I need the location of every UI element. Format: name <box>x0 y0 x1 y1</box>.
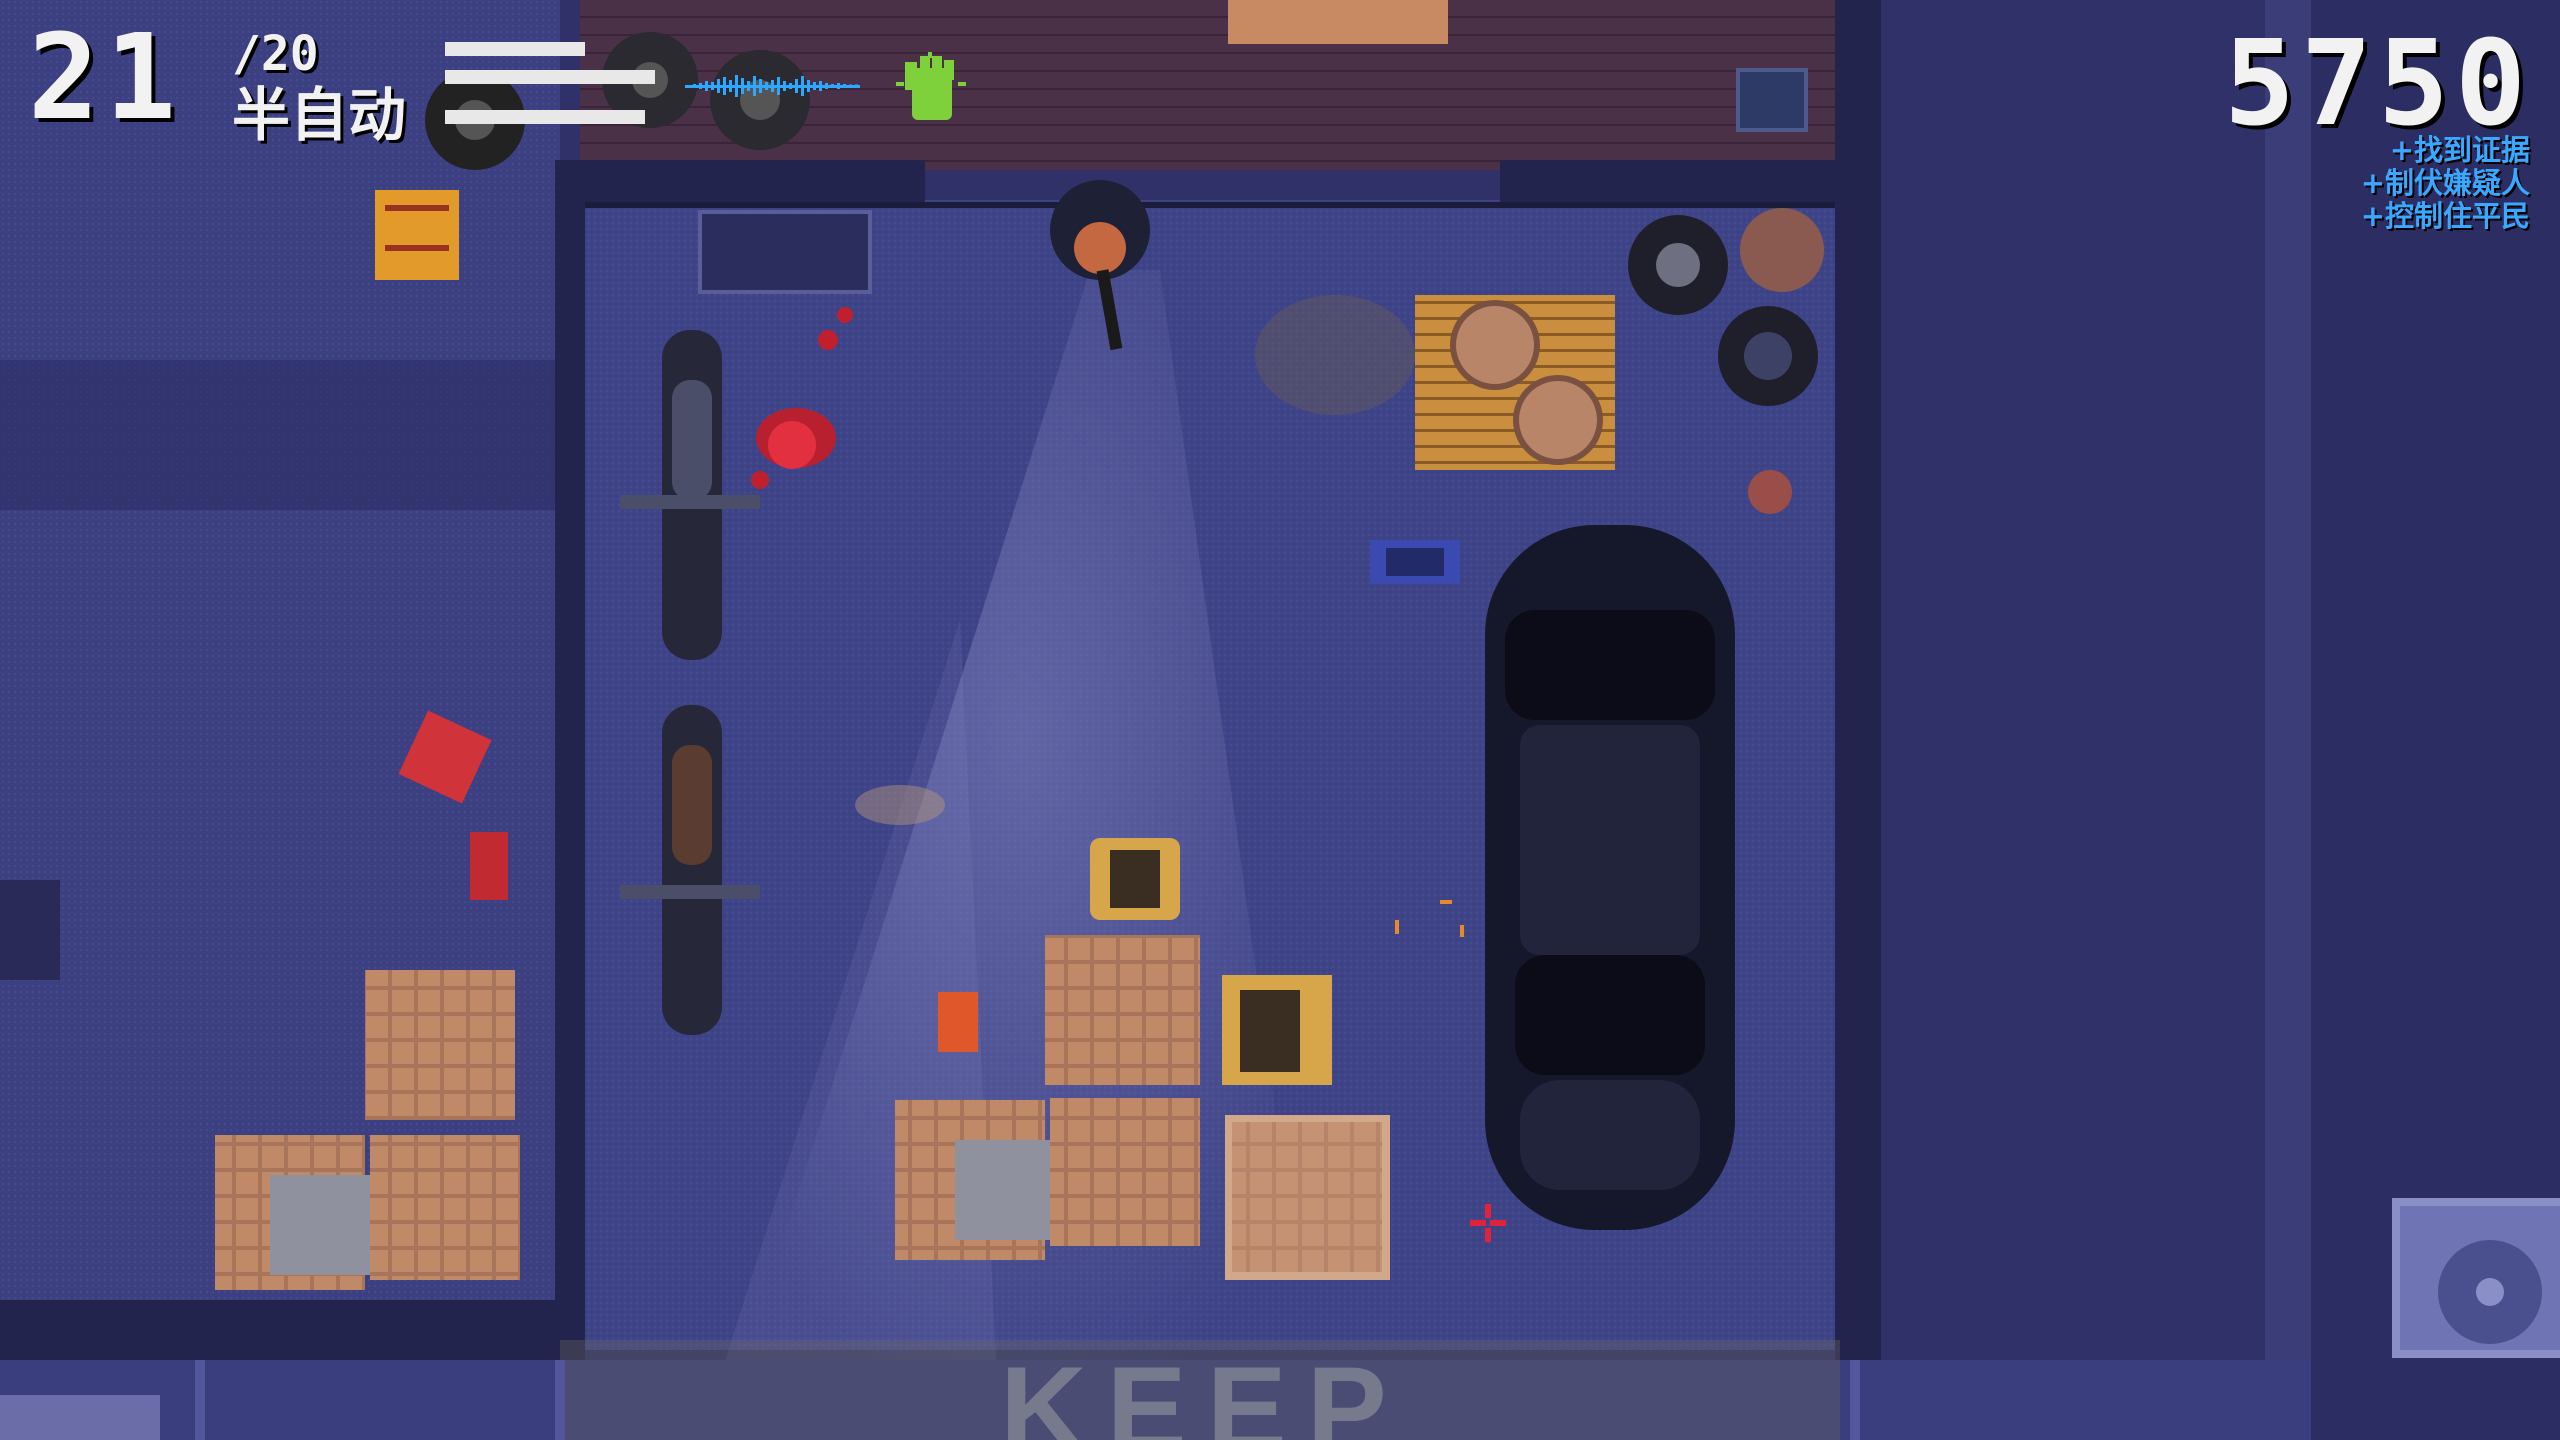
ammo-count: 21 <box>28 8 183 146</box>
score: 5750 <box>2223 14 2532 152</box>
objective-item: +找到证据 <box>2389 133 2530 167</box>
left-room-floor <box>0 0 560 1320</box>
objective-item: +控制住平民 <box>2360 199 2530 233</box>
ac-unit <box>2392 1198 2560 1358</box>
table <box>1228 0 1448 44</box>
warning-sign <box>375 190 459 280</box>
magazine-count: /20 <box>232 26 319 82</box>
floor-marking: KEEP <box>1000 1342 1407 1440</box>
objective-item: +制伏嫌疑人 <box>2360 166 2530 200</box>
recon-drone <box>1370 540 1460 584</box>
game-scene: KEEP <box>0 0 2560 1440</box>
fire-mode: 半自动 <box>232 81 407 149</box>
parked-car <box>1485 525 1735 1230</box>
barrels-pallet <box>1415 295 1615 470</box>
objective-list: +找到证据 +制伏嫌疑人 +控制住平民 <box>2361 134 2530 233</box>
